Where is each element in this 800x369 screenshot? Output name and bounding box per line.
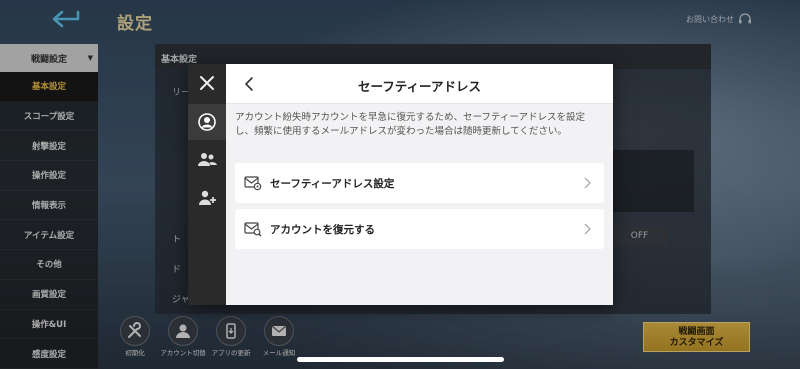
home-indicator[interactable] [297,357,504,362]
modal-side-rail [188,64,226,305]
close-icon[interactable] [197,73,217,93]
option-label: アカウントを復元する [270,223,375,236]
restore-account-option[interactable]: アカウントを復元する [235,209,604,249]
tab-add-user[interactable] [188,180,226,216]
account-icon [198,113,216,131]
mail-search-icon [244,222,262,237]
safety-address-modal: セーフティーアドレス アカウント紛失時アカウントを早急に復元するため、セーフティ… [188,64,613,305]
modal-description: アカウント紛失時アカウントを早急に復元するため、セーフティーアドレスを設定し、頻… [235,112,585,137]
modal-title: セーフティーアドレス [357,79,481,94]
chevron-right-icon [584,177,591,189]
friends-icon [198,153,217,166]
mail-settings-icon [244,176,262,191]
chevron-right-icon [584,223,591,235]
modal-content: セーフティーアドレス アカウント紛失時アカウントを早急に復元するため、セーフティ… [226,64,613,305]
add-user-icon [199,190,216,205]
option-label: セーフティーアドレス設定 [270,177,395,190]
tab-friends[interactable] [188,142,226,178]
tab-account[interactable] [188,104,226,140]
modal-header: セーフティーアドレス [226,64,613,104]
safety-address-settings-option[interactable]: セーフティーアドレス設定 [235,163,604,203]
